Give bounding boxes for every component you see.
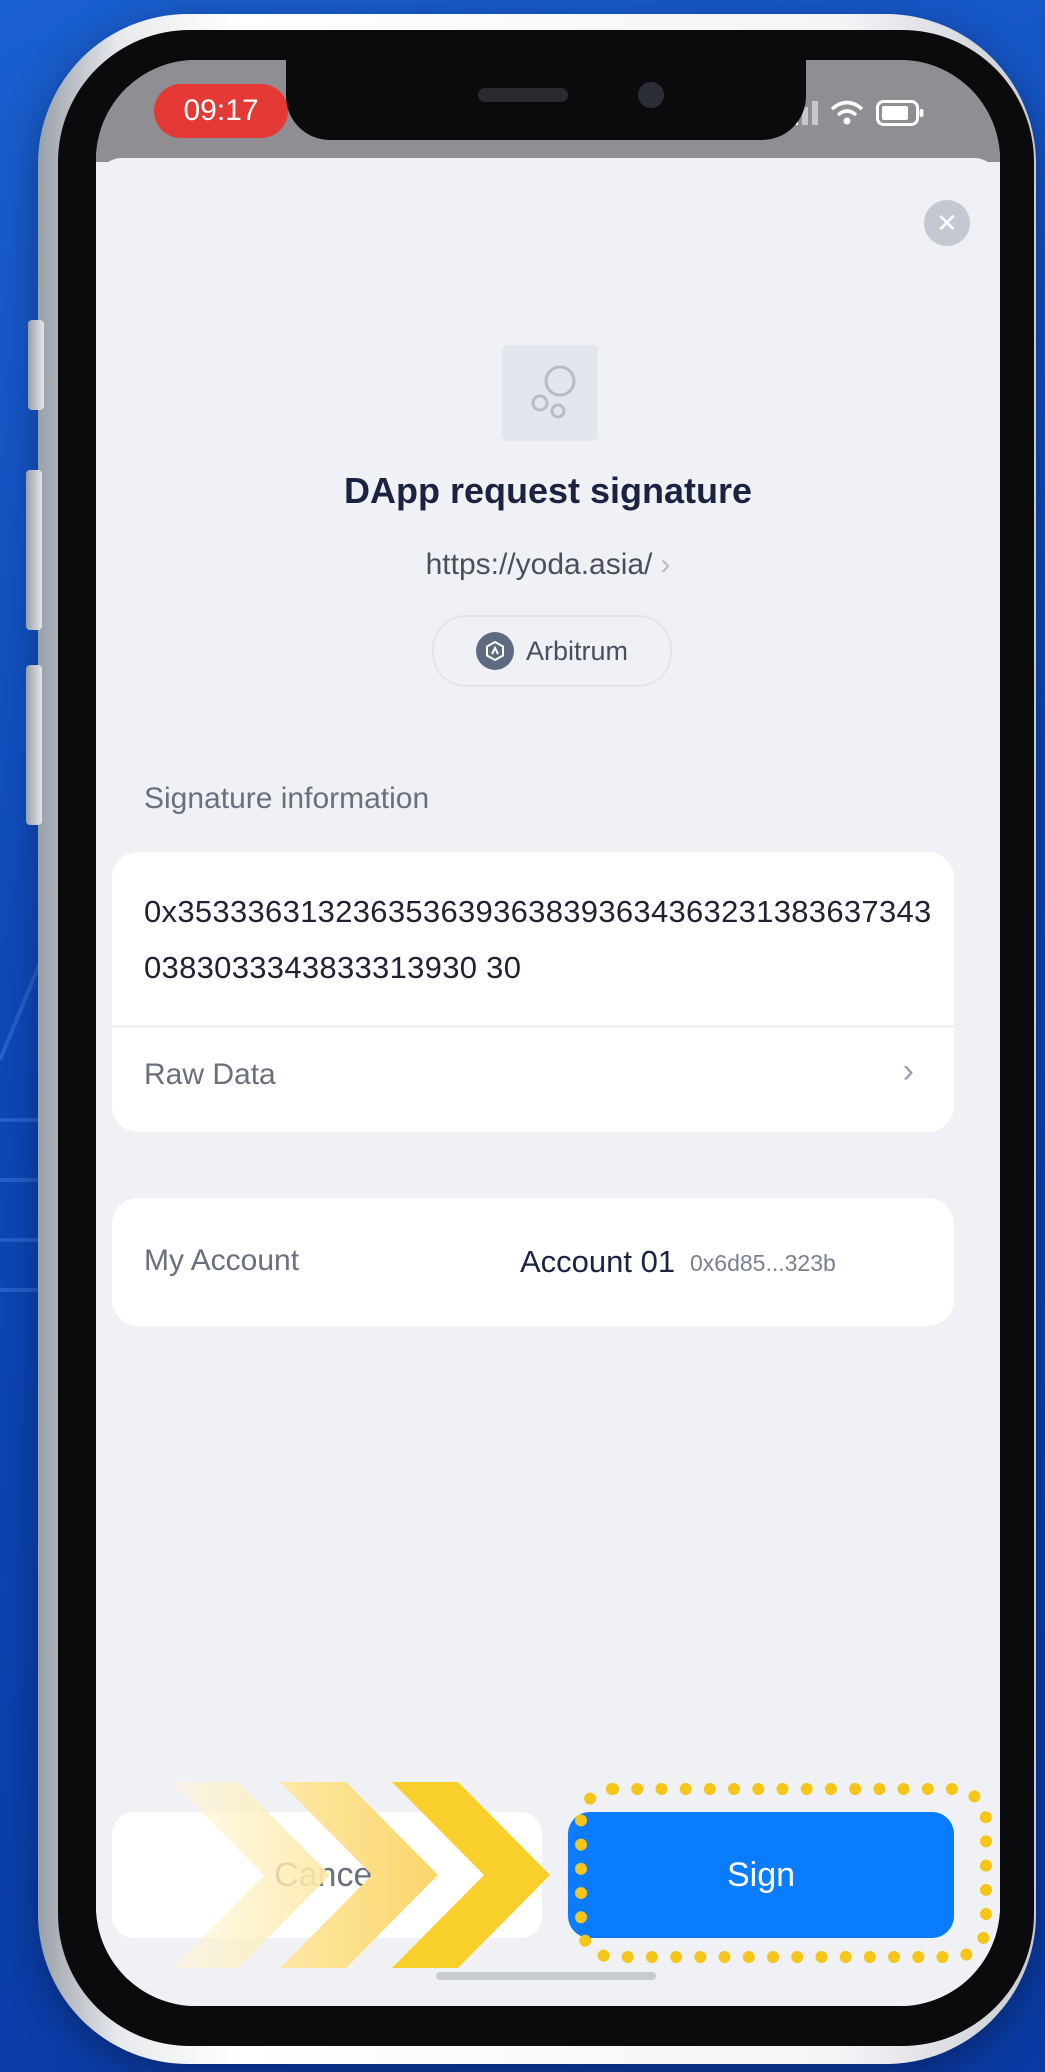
account-address: 0x6d85...323b <box>690 1250 836 1276</box>
phone-notch <box>286 60 806 140</box>
page-title: DApp request signature <box>343 470 753 511</box>
status-time: 09:17 <box>154 84 288 138</box>
arbitrum-icon <box>475 632 514 670</box>
chain-name: Arbitrum <box>525 635 628 666</box>
sign-button-highlight <box>575 1783 992 1963</box>
account-label: My Account <box>144 1244 300 1277</box>
front-camera <box>638 82 664 108</box>
close-icon[interactable]: ✕ <box>924 200 970 246</box>
wifi-icon <box>830 100 864 125</box>
phone-screen: 09:17 ✕ DApp request signature https://y… <box>96 60 1000 2006</box>
signature-card: 0x35333631323635363936383936343632313836… <box>112 852 954 1132</box>
chevron-right-icon: › <box>660 548 671 581</box>
dapp-logo-icon <box>502 345 598 441</box>
home-indicator <box>436 1972 656 1980</box>
account-card: My Account Account 01 0x6d85...323b <box>112 1198 954 1326</box>
dapp-url-link[interactable]: https://yoda.asia/› <box>96 548 1000 582</box>
side-button-volume-up <box>26 470 42 630</box>
chain-badge: Arbitrum <box>432 615 672 687</box>
side-button-silent <box>28 320 44 410</box>
battery-icon <box>876 100 924 126</box>
pointer-arrows-icon <box>172 1782 550 1968</box>
raw-data-label: Raw Data <box>144 1058 276 1091</box>
chevron-right-icon: › <box>902 1052 914 1090</box>
speaker-grille <box>478 88 568 102</box>
side-button-volume-down <box>26 665 42 825</box>
dapp-url: https://yoda.asia/ <box>425 548 653 581</box>
raw-data-row[interactable]: Raw Data › <box>112 1028 954 1132</box>
signature-hex-value: 0x35333631323635363936383936343632313836… <box>144 894 932 985</box>
account-name: Account 01 <box>520 1244 676 1279</box>
signature-section-label: Signature information <box>144 782 430 815</box>
